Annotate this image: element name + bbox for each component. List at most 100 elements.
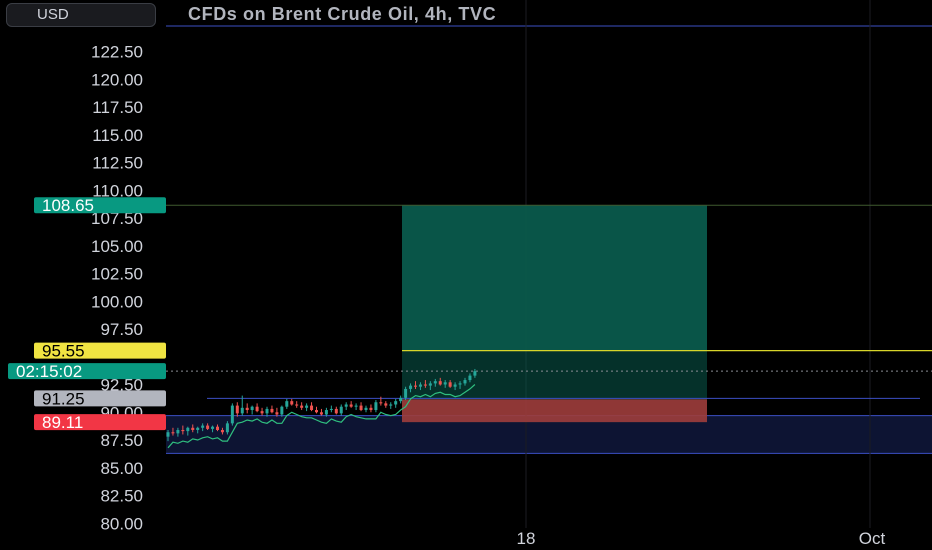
- candle-body: [349, 404, 353, 407]
- candle: [374, 400, 378, 413]
- candle-body: [458, 383, 462, 385]
- candle-body: [230, 405, 234, 424]
- candle: [369, 404, 373, 413]
- candle-body: [305, 405, 309, 408]
- candle: [300, 402, 304, 411]
- candle-body: [300, 405, 304, 408]
- candle-body: [324, 410, 328, 415]
- price-label-text: 02:15:02: [16, 362, 82, 381]
- candle: [364, 405, 368, 413]
- candle-body: [280, 406, 284, 415]
- candle-body: [255, 406, 259, 412]
- candle-body: [394, 401, 398, 405]
- price-label-stop: 89.11: [34, 413, 166, 432]
- stop-loss-zone[interactable]: [402, 399, 707, 423]
- price-axis: 122.50120.00117.50115.00112.50110.00107.…: [91, 43, 143, 534]
- price-label-entry: 95.55: [34, 342, 166, 361]
- candle-body: [473, 371, 477, 376]
- y-tick-label: 122.50: [91, 43, 143, 62]
- y-tick-label: 115.00: [92, 126, 143, 145]
- x-tick-label: 18: [517, 529, 536, 548]
- candle-body: [379, 402, 383, 404]
- candle-body: [339, 406, 343, 414]
- candle-body: [423, 384, 427, 386]
- candle: [235, 402, 239, 417]
- candle: [285, 398, 289, 409]
- candle-body: [176, 430, 180, 434]
- candle-body: [250, 406, 254, 411]
- candle: [399, 395, 403, 404]
- candle-body: [290, 401, 294, 405]
- candle: [310, 402, 314, 412]
- candle-body: [225, 423, 229, 433]
- candle: [334, 406, 338, 415]
- candle: [394, 398, 398, 408]
- candle-body: [428, 383, 432, 386]
- candle: [315, 406, 318, 414]
- candle: [250, 405, 254, 415]
- candle-body: [166, 432, 170, 437]
- candle-body: [216, 426, 219, 431]
- y-tick-label: 117.50: [92, 98, 143, 117]
- currency-selector-button[interactable]: USD: [6, 3, 156, 27]
- candle-body: [201, 425, 205, 428]
- candle: [245, 403, 249, 414]
- candle: [344, 402, 348, 411]
- candle-body: [329, 408, 333, 411]
- candle-body: [245, 407, 249, 411]
- candle-body: [359, 405, 363, 411]
- candle: [354, 403, 358, 411]
- candle: [349, 401, 353, 408]
- y-tick-label: 112.50: [92, 154, 143, 173]
- candle-body: [468, 375, 472, 381]
- candle-body: [389, 404, 393, 406]
- candle-body: [211, 426, 215, 429]
- candle-body: [206, 425, 210, 429]
- candle-body: [295, 404, 299, 406]
- candle-body: [319, 412, 323, 415]
- price-label-text: 108.65: [42, 196, 94, 215]
- y-tick-label: 80.00: [100, 514, 143, 533]
- price-labels: 108.65 95.5502:15:02 91.25 89.11: [8, 196, 166, 432]
- candle-body: [463, 380, 467, 384]
- price-chart[interactable]: 122.50120.00117.50115.00112.50110.00107.…: [0, 0, 932, 550]
- y-tick-label: 97.50: [100, 320, 143, 339]
- price-label-text: 89.11: [42, 413, 83, 432]
- y-tick-label: 100.00: [91, 292, 143, 311]
- candle-body: [270, 408, 274, 413]
- y-tick-label: 105.00: [91, 237, 143, 256]
- candle-body: [369, 407, 373, 411]
- price-label-countdown: 02:15:02: [8, 362, 166, 381]
- candle: [290, 398, 294, 406]
- candle: [295, 401, 299, 408]
- candle-body: [260, 411, 264, 414]
- y-tick-label: 102.50: [91, 265, 143, 284]
- candle-body: [181, 430, 185, 432]
- candle-body: [433, 381, 437, 384]
- candle-body: [191, 427, 195, 431]
- candle-body: [315, 410, 318, 413]
- price-label-text: 91.25: [42, 389, 85, 408]
- candle-body: [453, 384, 457, 387]
- candle: [305, 403, 309, 412]
- candle-body: [399, 397, 403, 402]
- candle-body: [364, 407, 368, 411]
- price-label-target: 108.65: [34, 196, 166, 215]
- y-tick-label: 87.50: [100, 431, 143, 450]
- candle-body: [384, 403, 388, 406]
- candle: [280, 405, 284, 417]
- candle-body: [334, 408, 338, 414]
- y-tick-label: 82.50: [100, 487, 143, 506]
- candle: [255, 403, 259, 413]
- candle: [384, 401, 388, 408]
- candle-body: [310, 405, 314, 411]
- profit-zone[interactable]: [402, 205, 707, 351]
- position-zones-layer: [402, 205, 707, 423]
- candle-body: [448, 382, 452, 387]
- price-label-level: 91.25: [34, 389, 166, 408]
- candle-body: [344, 404, 348, 407]
- candle-body: [438, 381, 442, 385]
- candle: [230, 403, 234, 426]
- candle-body: [285, 401, 289, 407]
- candle-body: [374, 402, 378, 411]
